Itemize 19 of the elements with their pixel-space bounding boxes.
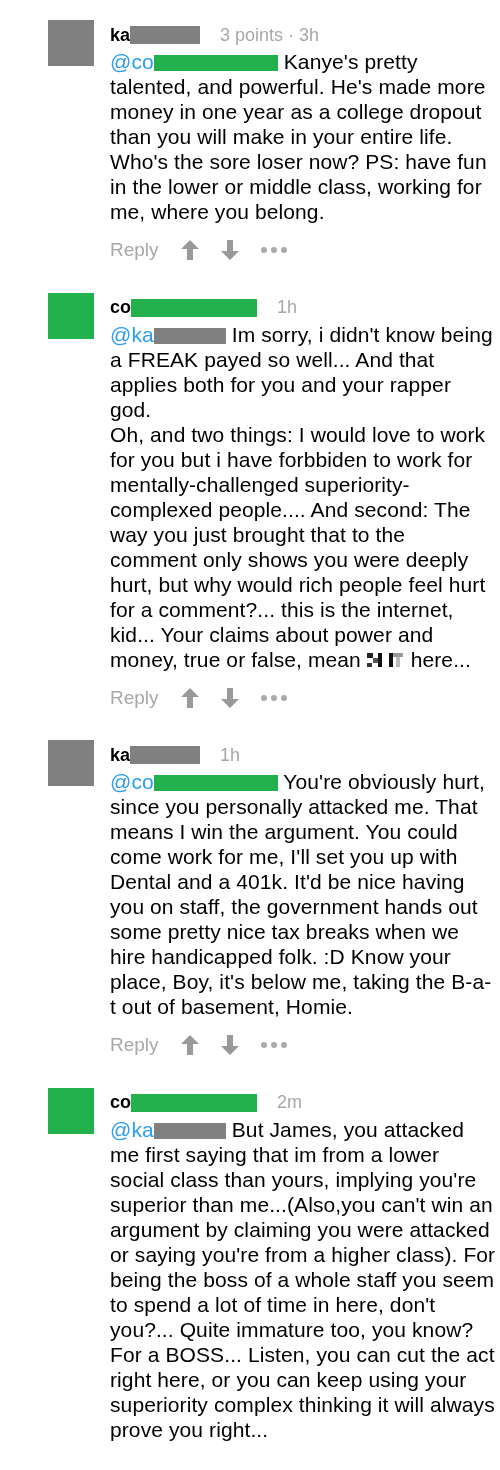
comment-meta: 1h	[277, 296, 298, 319]
comment-text: @co You're obviously hurt, since you personally attacked me. That means I win the argument. You could come work for me, I'll set you up with Dental and a 401k. It'd be nice having you on staff, the government hands out some pretty nice tax breaks when we hire handicapped folk. :D Know your place, Boy, it's below me, taking the B-a-t out of basement, Homie.	[110, 769, 493, 1019]
comment-text: @ka Im sorry, i didn't know being a FREAK payed so well... And that applies both for you and your rapper god. Oh, and two things: I would love to work for you but i have forbbiden to work for mentally-challenged superiority-complexed people.... And second: The way you just brought that to the comment only shows you were deeply hurt, but why would rich people feel hurt for a comment?... this is the internet, kid... Your claims about power and money, true or false, mean here...	[110, 321, 494, 672]
mention-link[interactable]: @ka	[110, 322, 226, 346]
username[interactable]: ka	[110, 741, 131, 769]
comment-meta: 1h	[220, 743, 241, 767]
mention-link[interactable]: @co	[110, 50, 278, 73]
comment-text: @ka But James, you attacked me first saying that im from a lower social class than yours, implying you're superior than me...(Also,you can't win an argument by claiming you were attacked or saying you're from a higher class). For being the boss of a whole staff you seem to spend a lot of time in here, don't you?... Quite immature too, you know? For a BOSS... Listen, you can cut the act right here, or you can keep using your superiority complex thinking it will always prove you right...	[110, 1116, 496, 1442]
mention-link[interactable]: @ka	[110, 1117, 226, 1141]
comment-meta: 2m	[277, 1091, 303, 1114]
reply-button[interactable]: Reply	[110, 236, 159, 265]
reply-button[interactable]: Reply	[110, 1031, 159, 1060]
comment-meta: 3 points · 3h	[220, 23, 320, 47]
username[interactable]: co	[110, 294, 131, 321]
username[interactable]: ka	[110, 21, 131, 49]
reply-button[interactable]: Reply	[110, 683, 159, 712]
mention-link[interactable]: @co	[110, 770, 278, 793]
comment-text: @co Kanye's pretty talented, and powerful. He's made more money in one year as a college dropout than you will make in your entire life. Who's the sore loser now? PS: have fun in the lower or middle class, working for me, where you belong.	[110, 49, 488, 224]
username[interactable]: co	[110, 1089, 131, 1116]
